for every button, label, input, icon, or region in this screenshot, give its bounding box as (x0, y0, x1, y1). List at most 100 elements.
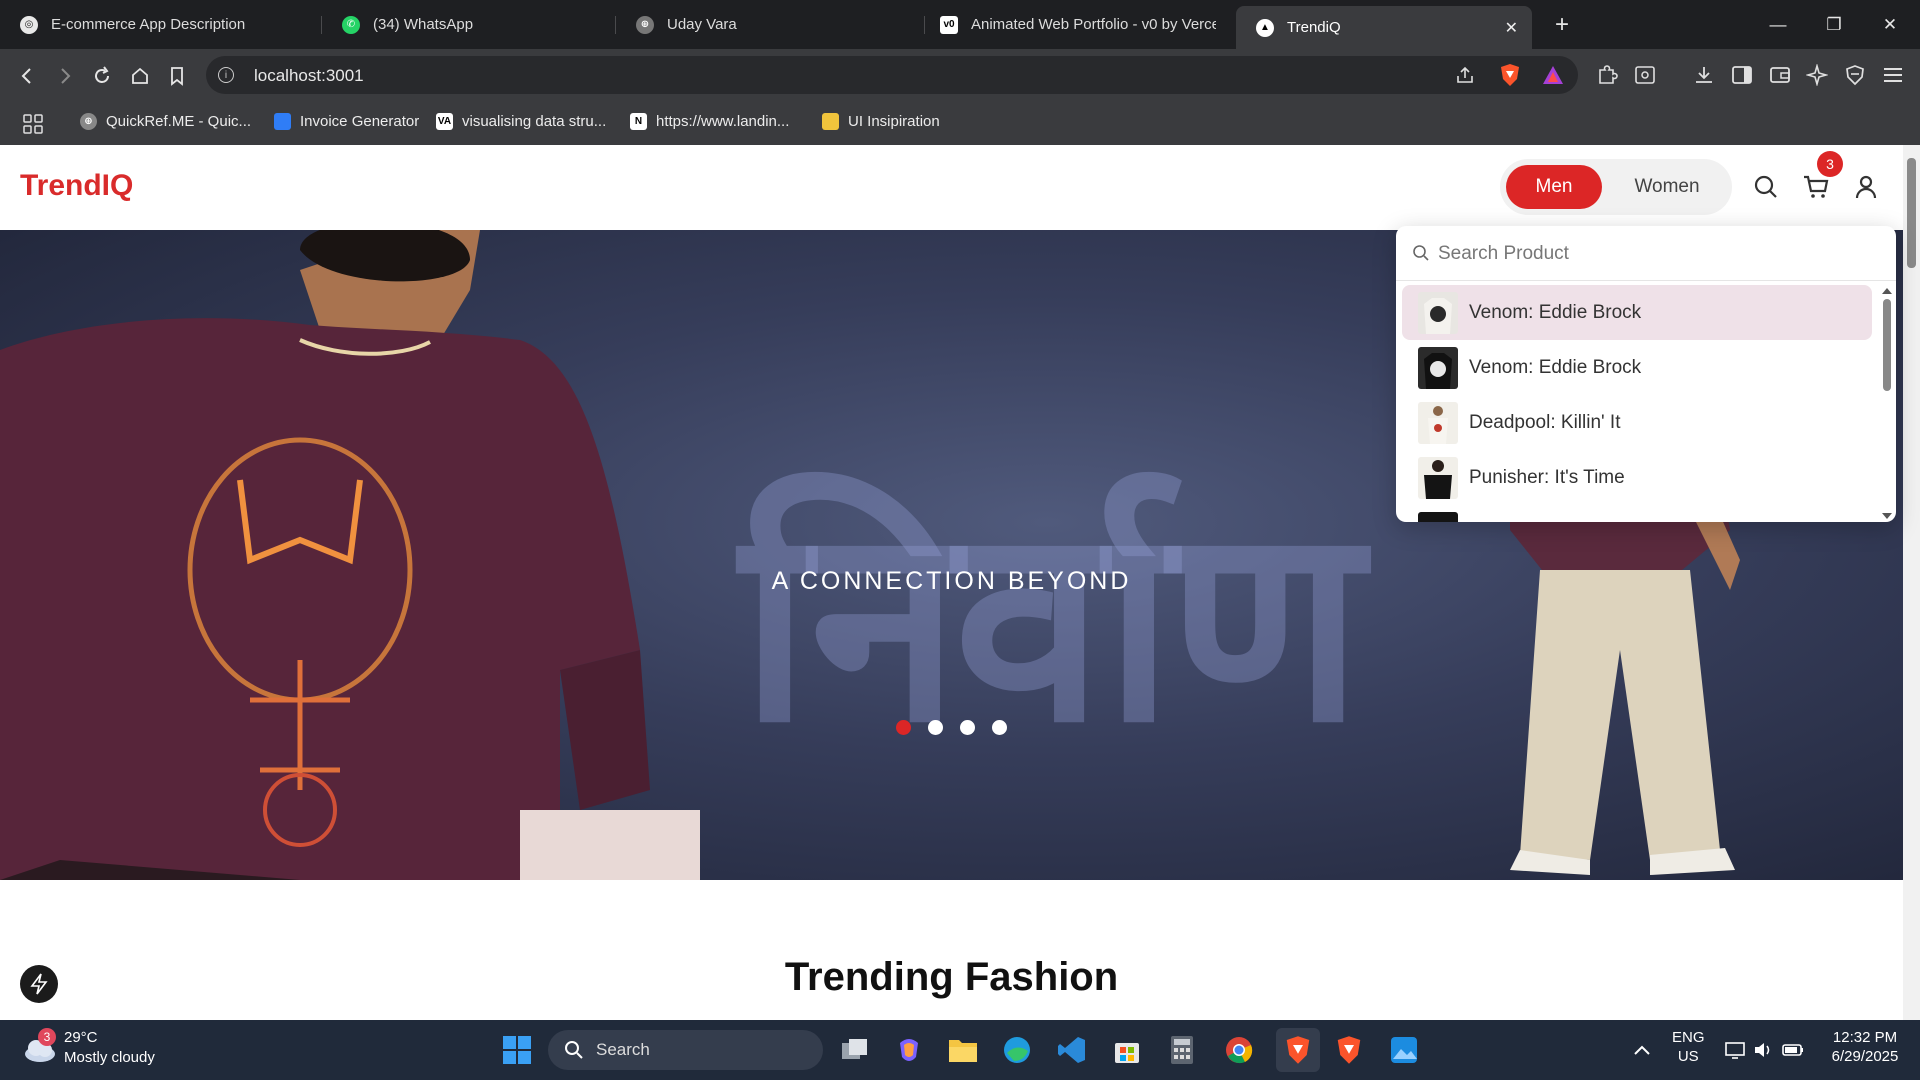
carousel-dot-4[interactable] (992, 720, 1007, 735)
search-result-item[interactable]: Punisher: It's Time (1402, 450, 1872, 505)
brave-shields-icon[interactable] (1497, 62, 1523, 88)
tab-portfolio[interactable]: v0 Animated Web Portfolio - v0 by Vercel (920, 0, 1232, 49)
bookmark-landing[interactable]: N https://www.landin... (630, 113, 789, 130)
close-window-button[interactable]: ✕ (1862, 0, 1918, 49)
lang-line2: US (1677, 1048, 1699, 1065)
close-tab-icon[interactable]: ✕ (1505, 18, 1518, 38)
dropdown-scrollbar-thumb[interactable] (1883, 299, 1891, 391)
sidebar-icon[interactable] (1729, 62, 1755, 88)
carousel-dot-1[interactable] (896, 720, 911, 735)
site-info-icon[interactable]: i (218, 67, 234, 83)
reload-icon[interactable] (89, 63, 115, 89)
search-result-item[interactable]: Venom: Eddie Brock (1402, 285, 1872, 340)
chrome-icon[interactable] (1222, 1033, 1256, 1067)
tab-title: Animated Web Portfolio - v0 by Vercel (971, 16, 1216, 33)
cloud-icon: 3 (22, 1028, 58, 1068)
share-icon[interactable] (1452, 62, 1478, 88)
search-result-item[interactable]: Venom: Eddie Brock (1402, 340, 1872, 395)
tab-uday-vara[interactable]: ⊕ Uday Vara (616, 0, 924, 49)
notion-icon: N (630, 113, 647, 130)
download-icon[interactable] (1691, 62, 1717, 88)
product-thumbnail (1418, 346, 1458, 389)
product-thumbnail (1418, 291, 1458, 334)
scrollbar-thumb[interactable] (1907, 158, 1916, 268)
show-hidden-icons[interactable] (1625, 1033, 1659, 1067)
windows-taskbar: 3 29°C Mostly cloudy Search ENG US 12:32… (0, 1020, 1920, 1080)
volume-icon[interactable] (1746, 1033, 1780, 1067)
hero-tagline: A CONNECTION BEYOND (771, 567, 1132, 595)
search-result-item[interactable]: Deadpool: Killin' It (1402, 395, 1872, 450)
search-icon[interactable] (1750, 171, 1782, 203)
tab-title: (34) WhatsApp (373, 16, 474, 33)
back-icon[interactable] (14, 63, 40, 89)
page-scrollbar[interactable] (1903, 145, 1920, 1020)
tab-ecommerce[interactable]: ◎ E-commerce App Description (0, 0, 320, 49)
site-header: TrendIQ Men Women 3 (0, 145, 1903, 230)
clock[interactable]: 12:32 PM 6/29/2025 (1820, 1028, 1910, 1066)
globe-icon: ⊕ (80, 113, 97, 130)
tab-trendiq[interactable]: ▲ TrendiQ ✕ (1236, 6, 1532, 49)
bookmark-label: https://www.landin... (656, 113, 790, 130)
search-result-item[interactable] (1402, 505, 1872, 522)
bookmark-label: Invoice Generator (300, 113, 420, 130)
leo-ai-icon[interactable] (1804, 62, 1830, 88)
url-field[interactable]: i localhost:3001 (206, 56, 1578, 94)
bookmark-icon[interactable] (164, 63, 190, 89)
user-icon[interactable] (1850, 171, 1882, 203)
search-input[interactable] (1438, 238, 1878, 270)
calculator-icon[interactable] (1165, 1033, 1199, 1067)
bookmark-label: UI Insipiration (848, 113, 940, 130)
bookmark-ui-inspiration[interactable]: UI Insipiration (822, 113, 940, 130)
bookmark-visualising[interactable]: VA visualising data stru... (436, 113, 606, 130)
clock-time: 12:32 PM (1832, 1029, 1898, 1046)
file-explorer-icon[interactable] (946, 1033, 980, 1067)
battery-icon[interactable] (1776, 1033, 1810, 1067)
v0-icon: v0 (940, 15, 958, 34)
vpn-icon[interactable] (1842, 62, 1868, 88)
new-tab-button[interactable]: + (1534, 0, 1590, 49)
product-name: Deadpool: Killin' It (1469, 411, 1621, 433)
forward-icon[interactable] (52, 63, 78, 89)
task-view-icon[interactable] (838, 1033, 872, 1067)
reader-mode-icon[interactable] (1632, 62, 1658, 88)
model-standing-image (1510, 470, 1740, 875)
bookmark-invoice[interactable]: Invoice Generator (274, 113, 419, 130)
screen: ◎ E-commerce App Description ✆ (34) What… (0, 0, 1920, 1080)
weather-widget[interactable]: 3 29°C Mostly cloudy (22, 1028, 155, 1068)
photos-icon[interactable] (1387, 1033, 1421, 1067)
minimize-button[interactable]: — (1750, 0, 1806, 49)
extensions-icon[interactable] (1594, 62, 1620, 88)
search-dropdown: Venom: Eddie Brock Venom: Eddie Brock De… (1396, 226, 1896, 522)
restore-button[interactable]: ❐ (1806, 0, 1862, 49)
copilot-icon[interactable] (892, 1033, 926, 1067)
vscode-icon[interactable] (1055, 1033, 1089, 1067)
menu-icon[interactable] (1880, 62, 1906, 88)
women-button[interactable]: Women (1608, 165, 1726, 209)
product-name: Venom: Eddie Brock (1469, 356, 1642, 378)
carousel-dot-3[interactable] (960, 720, 975, 735)
tab-whatsapp[interactable]: ✆ (34) WhatsApp (322, 0, 627, 49)
men-button[interactable]: Men (1506, 165, 1602, 209)
windows-start-icon[interactable] (500, 1033, 534, 1067)
bookmark-quickref[interactable]: ⊕ QuickRef.ME - Quic... (80, 113, 251, 130)
taskbar-search-label: Search (596, 1040, 650, 1059)
ms-store-icon[interactable] (1110, 1033, 1144, 1067)
edge-icon[interactable] (1000, 1033, 1034, 1067)
site-logo[interactable]: TrendIQ (20, 169, 133, 203)
search-icon (1412, 244, 1430, 267)
wallet-icon[interactable] (1767, 62, 1793, 88)
brave-rewards-icon[interactable] (1540, 62, 1566, 88)
home-icon[interactable] (127, 63, 153, 89)
dropdown-scrollbar[interactable] (1878, 285, 1896, 522)
section-title: Trending Fashion (784, 955, 1119, 999)
taskbar-search[interactable]: Search (548, 1030, 823, 1070)
brave-taskbar-icon[interactable] (1276, 1028, 1320, 1072)
weather-badge: 3 (38, 1028, 56, 1046)
brave-taskbar-icon-2[interactable] (1332, 1033, 1366, 1067)
product-thumbnail (1418, 456, 1458, 499)
clock-date: 6/29/2025 (1831, 1048, 1899, 1065)
document-icon (274, 113, 291, 130)
apps-icon[interactable] (22, 113, 44, 135)
carousel-dot-2[interactable] (928, 720, 943, 735)
language-indicator[interactable]: ENG US (1672, 1028, 1705, 1066)
